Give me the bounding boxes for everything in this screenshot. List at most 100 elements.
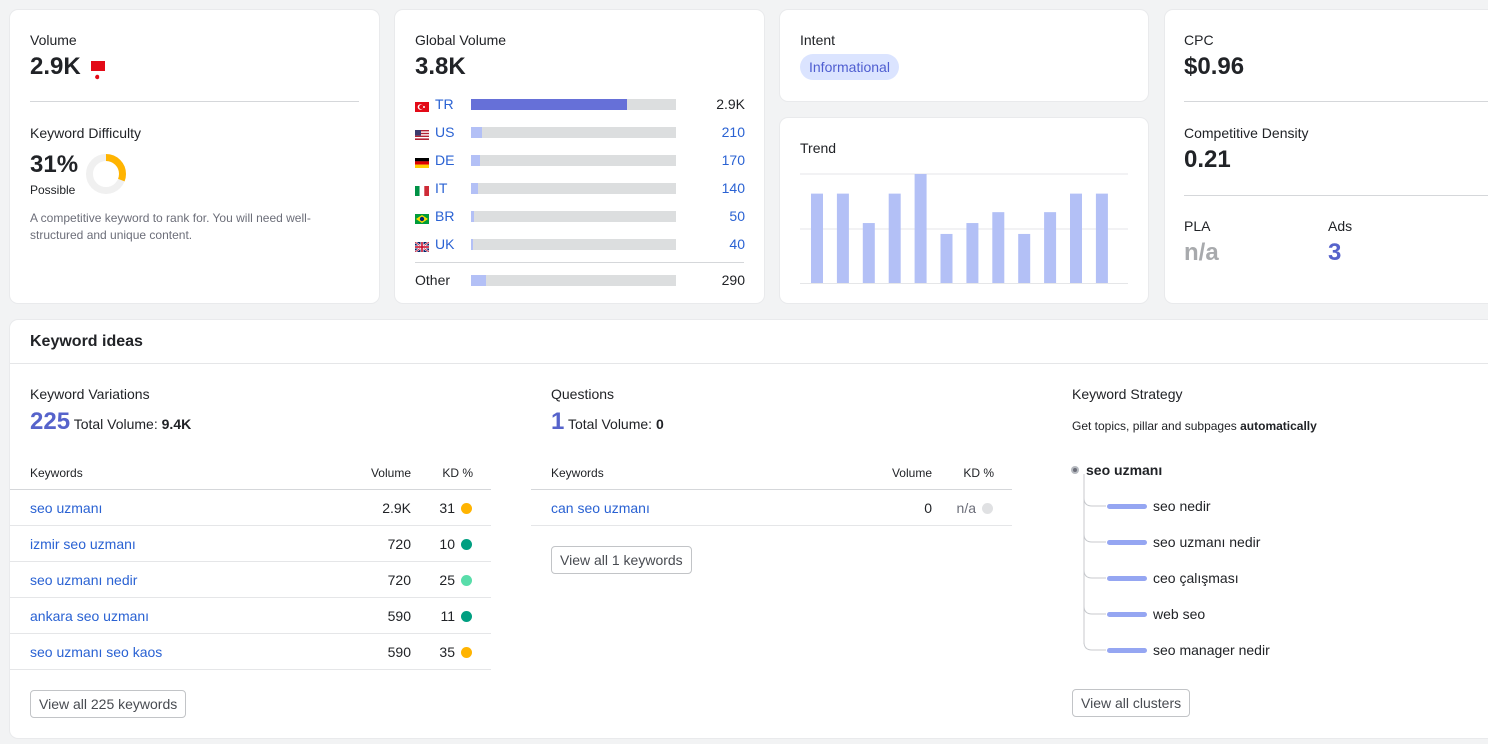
country-value[interactable]: 170 [722, 152, 745, 168]
variations-count[interactable]: 225 [30, 408, 70, 435]
table-row: seo uzmanı nedir 720 25 [10, 562, 491, 598]
cluster-bar [1107, 539, 1147, 545]
intent-card: Intent Informational [780, 10, 1148, 101]
trend-bar[interactable] [811, 193, 823, 283]
strategy-cluster-item[interactable]: seo nedir [1107, 496, 1211, 516]
strategy-cluster-item[interactable]: seo manager nedir [1107, 640, 1270, 660]
global-volume-label: Global Volume [415, 32, 507, 48]
other-bar [471, 274, 676, 286]
country-row-de[interactable]: DE 170 [415, 150, 745, 170]
trend-bar[interactable] [1095, 193, 1108, 283]
country-bar-fill [471, 98, 627, 110]
keyword-link[interactable]: seo uzmanı [30, 500, 102, 516]
cpc-card: CPC $0.96 Competitive Density 0.21 PLA n… [1165, 10, 1488, 303]
uk-flag-icon [414, 239, 430, 253]
country-value[interactable]: 40 [729, 236, 745, 252]
country-row-it[interactable]: IT 140 [415, 178, 745, 198]
country-row-br[interactable]: BR 50 [415, 206, 745, 226]
country-value[interactable]: 140 [722, 180, 745, 196]
keyword-kd: n/a [956, 500, 976, 516]
kd-indicator-dot [461, 539, 472, 550]
country-bar-fill [471, 126, 483, 138]
trend-bar[interactable] [940, 233, 953, 283]
country-code[interactable]: IT [435, 180, 471, 196]
trend-bar[interactable] [966, 223, 979, 283]
kd-value: 31% [30, 151, 79, 178]
country-value[interactable]: 2.9K [716, 96, 745, 112]
us-flag-icon [415, 127, 429, 140]
country-value[interactable]: 210 [722, 124, 745, 140]
keyword-link[interactable]: seo uzmanı nedir [30, 572, 137, 588]
kd-label: Keyword Difficulty [30, 125, 142, 141]
country-code[interactable]: US [435, 124, 471, 140]
cpc-label: CPC [1184, 32, 1214, 48]
trend-bar[interactable] [862, 223, 875, 283]
view-all-clusters-button[interactable]: View all clusters [1072, 689, 1191, 717]
country-bar-fill [471, 182, 479, 194]
keyword-volume: 720 [387, 536, 411, 552]
trend-bar[interactable] [888, 193, 901, 283]
country-code[interactable]: DE [435, 152, 471, 168]
pla-label: PLA [1184, 218, 1211, 234]
cluster-bar [1107, 611, 1147, 617]
trend-bar[interactable] [836, 193, 849, 283]
strategy-cluster-item[interactable]: ceo çalışması [1107, 568, 1239, 588]
keyword-kd: 10 [439, 536, 455, 552]
country-row-tr[interactable]: TR 2.9K [415, 94, 745, 114]
keyword-volume: 590 [387, 644, 411, 660]
variations-label: Keyword Variations [30, 386, 150, 402]
keyword-link[interactable]: seo uzmanı seo kaos [30, 644, 162, 660]
keyword-kd: 31 [439, 500, 455, 516]
table-row: ankara seo uzmanı 590 11 [10, 598, 491, 634]
variations-summary: 225 Total Volume: 9.4K [30, 408, 191, 436]
keyword-link[interactable]: ankara seo uzmanı [30, 608, 149, 624]
country-row-us[interactable]: US 210 [415, 122, 745, 142]
country-row-uk[interactable]: UK 40 [414, 234, 745, 254]
country-value[interactable]: 50 [729, 208, 745, 224]
view-all-variations-button[interactable]: View all 225 keywords [30, 690, 187, 718]
other-bar-fill [471, 274, 487, 286]
cluster-label: seo manager nedir [1153, 642, 1270, 658]
divider [1184, 195, 1488, 196]
country-code[interactable]: UK [435, 236, 471, 252]
keyword-volume: 590 [387, 608, 411, 624]
keyword-link[interactable]: izmir seo uzmanı [30, 536, 136, 552]
questions-label: Questions [551, 386, 615, 402]
intent-label: Intent [800, 32, 836, 48]
global-volume-card: Global Volume 3.8K TR 2.9K US 210 DE 170 IT 140… [395, 10, 764, 303]
country-code[interactable]: TR [435, 96, 471, 112]
strategy-root[interactable]: seo uzmanı [1086, 462, 1162, 478]
cluster-label: web seo [1153, 606, 1206, 622]
strategy-cluster-item[interactable]: seo uzmanı nedir [1107, 532, 1260, 552]
strategy-cluster-item[interactable]: web seo [1107, 604, 1205, 624]
tr-flag-icon [415, 99, 429, 112]
keyword-volume: 2.9K [382, 500, 411, 516]
kd-rating: Possible [30, 183, 76, 197]
col-volume: Volume [891, 466, 932, 480]
questions-total-value: 0 [655, 416, 664, 432]
trend-label: Trend [800, 140, 837, 156]
col-volume: Volume [370, 466, 411, 480]
country-bar-fill [471, 154, 481, 166]
global-volume-value: 3.8K [415, 53, 466, 80]
keyword-link[interactable]: can seo uzmanı [551, 500, 650, 516]
trend-bar[interactable] [1070, 193, 1082, 283]
trend-bar[interactable] [992, 212, 1005, 283]
questions-summary: 1 Total Volume: 0 [551, 408, 664, 436]
trend-bar[interactable] [914, 174, 927, 283]
country-bar-fill [471, 210, 475, 222]
volume-label: Volume [30, 32, 77, 48]
questions-count[interactable]: 1 [551, 408, 564, 435]
trend-bar[interactable] [1018, 233, 1031, 283]
kd-indicator-dot [461, 611, 472, 622]
trend-bar[interactable] [1044, 212, 1057, 283]
density-value: 0.21 [1184, 146, 1231, 173]
trend-card: Trend [780, 118, 1148, 303]
ads-value: 3 [1328, 239, 1342, 266]
cluster-bar [1107, 647, 1147, 653]
divider [10, 363, 1488, 364]
view-all-questions-button[interactable]: View all 1 keywords [551, 546, 692, 574]
keyword-kd: 11 [440, 608, 455, 624]
col-kd: KD % [963, 466, 994, 480]
country-code[interactable]: BR [435, 208, 471, 224]
